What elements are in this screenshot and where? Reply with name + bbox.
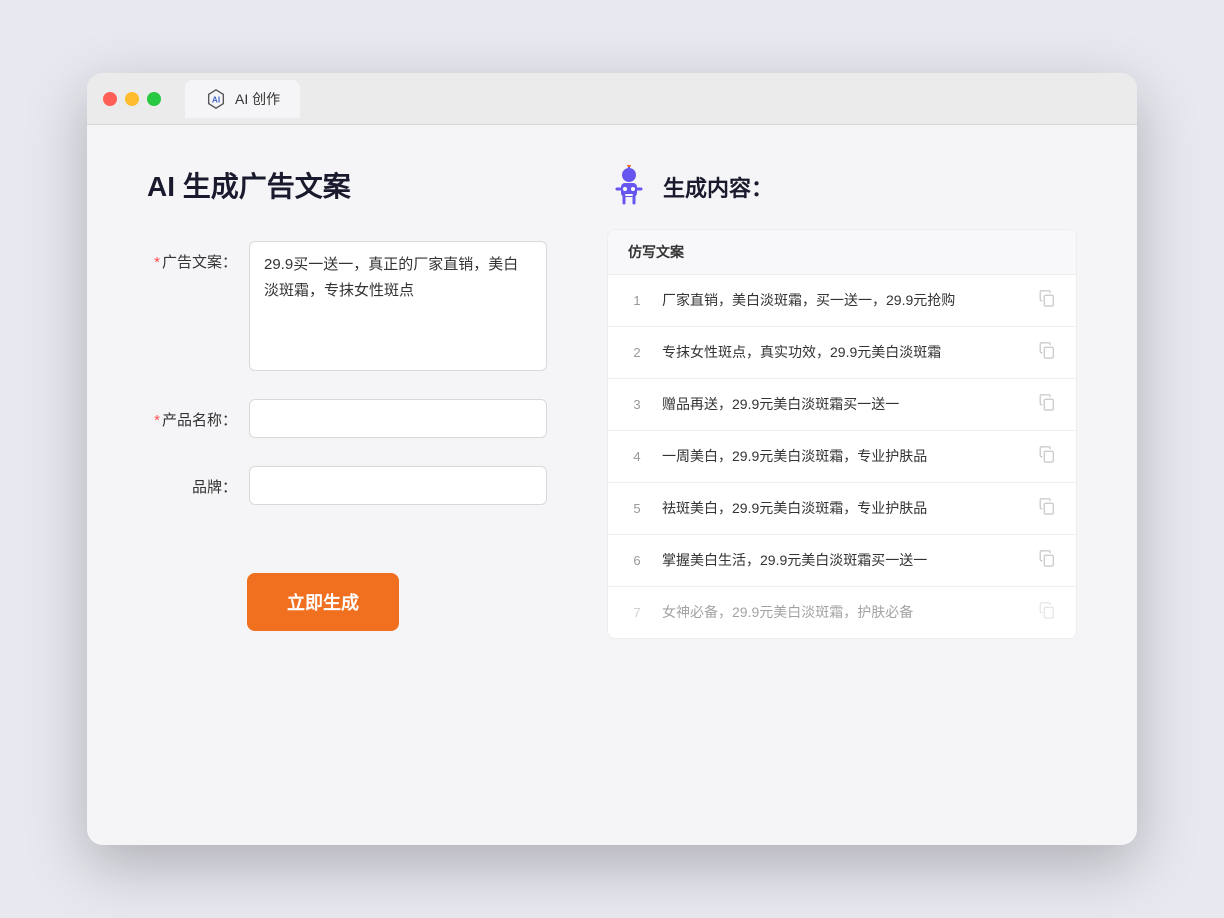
result-row: 2 专抹女性斑点，真实功效，29.9元美白淡斑霜 (608, 327, 1076, 379)
left-panel: AI 生成广告文案 *广告文案： 29.9买一送一，真正的厂家直销，美白淡斑霜，… (147, 165, 547, 805)
copy-icon[interactable] (1038, 393, 1056, 416)
result-number: 6 (628, 553, 646, 568)
result-text: 掌握美白生活，29.9元美白淡斑霜买一送一 (662, 550, 1022, 571)
ai-tab-icon: AI (205, 88, 227, 110)
result-row: 4 一周美白，29.9元美白淡斑霜，专业护肤品 (608, 431, 1076, 483)
right-header: 生成内容： (607, 165, 1077, 209)
result-number: 5 (628, 501, 646, 516)
result-number: 7 (628, 605, 646, 620)
copy-icon[interactable] (1038, 341, 1056, 364)
close-button[interactable] (103, 92, 117, 106)
generate-button[interactable]: 立即生成 (247, 573, 399, 631)
browser-window: AI AI 创作 AI 生成广告文案 *广告文案： 29.9买一送一，真正的厂家… (87, 73, 1137, 845)
titlebar: AI AI 创作 (87, 73, 1137, 125)
result-text: 专抹女性斑点，真实功效，29.9元美白淡斑霜 (662, 342, 1022, 363)
ad-copy-input[interactable]: 29.9买一送一，真正的厂家直销，美白淡斑霜，专抹女性斑点 (249, 241, 547, 371)
copy-icon[interactable] (1038, 445, 1056, 468)
result-row: 5 祛斑美白，29.9元美白淡斑霜，专业护肤品 (608, 483, 1076, 535)
result-row: 7 女神必备，29.9元美白淡斑霜，护肤必备 (608, 587, 1076, 638)
right-title: 生成内容： (663, 171, 773, 203)
copy-icon[interactable] (1038, 601, 1056, 624)
brand-group: 品牌： 好白 (147, 466, 547, 505)
maximize-button[interactable] (147, 92, 161, 106)
brand-input[interactable]: 好白 (249, 466, 547, 505)
result-text: 一周美白，29.9元美白淡斑霜，专业护肤品 (662, 446, 1022, 467)
page-title: AI 生成广告文案 (147, 165, 547, 205)
tab-label: AI 创作 (235, 89, 280, 109)
results-table: 仿写文案 1 厂家直销，美白淡斑霜，买一送一，29.9元抢购 2 专抹女性斑点，真实功… (607, 229, 1077, 639)
required-mark-1: * (154, 254, 160, 271)
ad-copy-label: *广告文案： (147, 241, 237, 272)
robot-icon (607, 165, 651, 209)
copy-icon[interactable] (1038, 497, 1056, 520)
result-number: 3 (628, 397, 646, 412)
svg-text:AI: AI (212, 95, 220, 104)
product-name-label: *产品名称： (147, 399, 237, 430)
result-row: 3 赠品再送，29.9元美白淡斑霜买一送一 (608, 379, 1076, 431)
result-number: 4 (628, 449, 646, 464)
result-row: 1 厂家直销，美白淡斑霜，买一送一，29.9元抢购 (608, 275, 1076, 327)
product-name-input[interactable]: 美白淡斑霜 (249, 399, 547, 438)
result-number: 1 (628, 293, 646, 308)
ad-copy-group: *广告文案： 29.9买一送一，真正的厂家直销，美白淡斑霜，专抹女性斑点 (147, 241, 547, 371)
result-row: 6 掌握美白生活，29.9元美白淡斑霜买一送一 (608, 535, 1076, 587)
result-text: 女神必备，29.9元美白淡斑霜，护肤必备 (662, 602, 1022, 623)
main-content: AI 生成广告文案 *广告文案： 29.9买一送一，真正的厂家直销，美白淡斑霜，… (87, 125, 1137, 845)
results-list: 1 厂家直销，美白淡斑霜，买一送一，29.9元抢购 2 专抹女性斑点，真实功效，29.… (608, 275, 1076, 638)
copy-icon[interactable] (1038, 289, 1056, 312)
result-text: 祛斑美白，29.9元美白淡斑霜，专业护肤品 (662, 498, 1022, 519)
result-text: 厂家直销，美白淡斑霜，买一送一，29.9元抢购 (662, 290, 1022, 311)
result-text: 赠品再送，29.9元美白淡斑霜买一送一 (662, 394, 1022, 415)
result-number: 2 (628, 345, 646, 360)
product-name-group: *产品名称： 美白淡斑霜 (147, 399, 547, 438)
minimize-button[interactable] (125, 92, 139, 106)
traffic-lights (103, 92, 161, 106)
copy-icon[interactable] (1038, 549, 1056, 572)
required-mark-2: * (154, 412, 160, 429)
browser-tab[interactable]: AI AI 创作 (185, 80, 300, 118)
results-header: 仿写文案 (608, 230, 1076, 275)
right-panel: 生成内容： 仿写文案 1 厂家直销，美白淡斑霜，买一送一，29.9元抢购 2 专抹女性… (607, 165, 1077, 805)
brand-label: 品牌： (147, 466, 237, 497)
